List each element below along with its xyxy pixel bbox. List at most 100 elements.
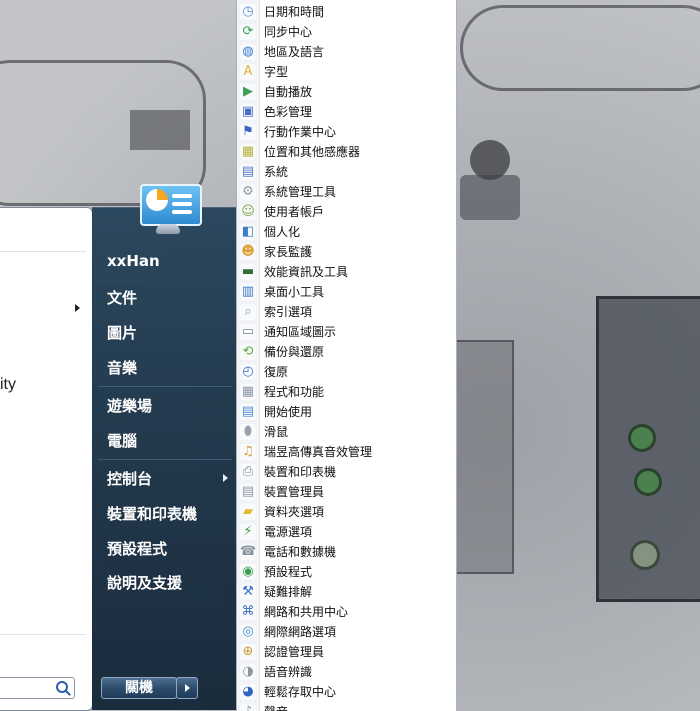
default-programs-icon: ◉	[240, 564, 256, 580]
documents-link[interactable]: 文件	[107, 287, 137, 308]
program-list-item-label[interactable]: ity	[0, 376, 16, 394]
wallpaper-decoration	[460, 175, 520, 220]
computer-link[interactable]: 電腦	[107, 430, 137, 451]
control-panel-item[interactable]: ▤ 系統	[237, 162, 456, 182]
control-panel-item[interactable]: ☻ 家長監護	[237, 242, 456, 262]
control-panel-item[interactable]: ▦ 位置和其他感應器	[237, 142, 456, 162]
music-link[interactable]: 音樂	[107, 357, 137, 378]
control-panel-item[interactable]: ⬮ 滑鼠	[237, 422, 456, 442]
shutdown-button[interactable]: 關機	[101, 677, 177, 699]
control-panel-item[interactable]: ⚒ 疑難排解	[237, 582, 456, 602]
control-panel-item[interactable]: ⟲ 備份與還原	[237, 342, 456, 362]
divider	[98, 386, 232, 387]
control-panel-item-label: 滑鼠	[264, 425, 289, 439]
control-panel-item-label: 開始使用	[264, 405, 313, 419]
programs-icon: ▦	[240, 384, 256, 400]
control-panel-item-label: 地區及語言	[264, 45, 325, 59]
control-panel-item[interactable]: ◉ 預設程式	[237, 562, 456, 582]
control-panel-submenu: ◷ 日期和時間 ⟳ 同步中心 ◍ 地區及語言 A 字型 ▶ 自動播放 ▣ 色彩管理 ⚑ 行動作業中心 ▦ 位置…	[236, 0, 457, 711]
control-panel-item-label: 自動播放	[264, 85, 313, 99]
mouse-icon: ⬮	[240, 424, 256, 440]
arrow-right-icon[interactable]	[75, 304, 80, 312]
control-panel-link[interactable]: 控制台	[107, 468, 152, 489]
control-panel-item-label: 索引選項	[264, 305, 313, 319]
control-panel-item-label: 語音辨識	[264, 665, 313, 679]
control-panel-item-label: 裝置和印表機	[264, 465, 337, 479]
backup-icon: ⟲	[240, 344, 256, 360]
wallpaper-decoration	[455, 340, 514, 574]
control-panel-item[interactable]: ▭ 通知區域圖示	[237, 322, 456, 342]
control-panel-item[interactable]: ▤ 裝置管理員	[237, 482, 456, 502]
control-panel-item-label: 通知區域圖示	[264, 325, 337, 339]
control-panel-item-label: 裝置管理員	[264, 485, 325, 499]
control-panel-item[interactable]: ⚡ 電源選項	[237, 522, 456, 542]
control-panel-item[interactable]: ▦ 程式和功能	[237, 382, 456, 402]
control-panel-item[interactable]: ◴ 復原	[237, 362, 456, 382]
control-panel-item[interactable]: ⚑ 行動作業中心	[237, 122, 456, 142]
control-panel-item[interactable]: ◍ 地區及語言	[237, 42, 456, 62]
control-panel-item[interactable]: ♪ 聲音	[237, 702, 456, 711]
control-panel-picture-icon	[138, 182, 202, 234]
sync-icon: ⟳	[240, 24, 256, 40]
control-panel-item[interactable]: ⊕ 認證管理員	[237, 642, 456, 662]
wallpaper-decoration	[460, 5, 700, 91]
control-panel-item-label: 認證管理員	[264, 645, 325, 659]
ease-of-access-icon: ◕	[240, 684, 256, 700]
system-icon: ▤	[240, 164, 256, 180]
search-icon[interactable]	[56, 681, 68, 693]
power-icon: ⚡	[240, 524, 256, 540]
search-input[interactable]	[0, 677, 75, 699]
sound-icon: ♪	[240, 704, 256, 711]
control-panel-item-label: 使用者帳戶	[264, 205, 325, 219]
control-panel-item-label: 日期和時間	[264, 5, 325, 19]
control-panel-item[interactable]: ◧ 個人化	[237, 222, 456, 242]
folder-options-icon: ▰	[240, 504, 256, 520]
control-panel-item-label: 系統管理工具	[264, 185, 337, 199]
submenu-arrow-icon	[223, 474, 228, 482]
control-panel-item-label: 備份與還原	[264, 345, 325, 359]
control-panel-item[interactable]: ▶ 自動播放	[237, 82, 456, 102]
index-icon: ⌕	[240, 304, 256, 320]
pictures-link[interactable]: 圖片	[107, 322, 137, 343]
control-panel-item[interactable]: ◎ 網際網路選項	[237, 622, 456, 642]
wallpaper-decoration	[130, 110, 190, 150]
control-panel-item[interactable]: ◷ 日期和時間	[237, 2, 456, 22]
control-panel-item[interactable]: ◑ 語音辨識	[237, 662, 456, 682]
control-panel-item[interactable]: ⟳ 同步中心	[237, 22, 456, 42]
control-panel-item[interactable]: ☺ 使用者帳戶	[237, 202, 456, 222]
control-panel-item[interactable]: ⌕ 索引選項	[237, 302, 456, 322]
default-programs-link[interactable]: 預設程式	[107, 538, 167, 559]
devices-printers-link[interactable]: 裝置和印表機	[107, 503, 197, 524]
control-panel-item-label: 個人化	[264, 225, 301, 239]
divider	[98, 459, 232, 460]
control-panel-item[interactable]: ▬ 效能資訊及工具	[237, 262, 456, 282]
control-panel-item[interactable]: ▣ 色彩管理	[237, 102, 456, 122]
control-panel-item[interactable]: ▥ 桌面小工具	[237, 282, 456, 302]
control-panel-item[interactable]: ⎙ 裝置和印表機	[237, 462, 456, 482]
control-panel-item[interactable]: ▤ 開始使用	[237, 402, 456, 422]
gadgets-icon: ▥	[240, 284, 256, 300]
control-panel-item-label: 疑難排解	[264, 585, 313, 599]
divider	[0, 634, 86, 635]
games-link[interactable]: 遊樂場	[107, 395, 152, 416]
control-panel-item[interactable]: ▰ 資料夾選項	[237, 502, 456, 522]
shutdown-options-button[interactable]	[176, 677, 198, 699]
troubleshoot-icon: ⚒	[240, 584, 256, 600]
control-panel-item-label: 網際網路選項	[264, 625, 337, 639]
flag-icon: ⚑	[240, 124, 256, 140]
control-panel-item-label: 系統	[264, 165, 289, 179]
control-panel-item-label: 同步中心	[264, 25, 313, 39]
control-panel-item[interactable]: ♫ 瑞昱高傳真音效管理	[237, 442, 456, 462]
start-menu-left-pane: ity	[0, 207, 93, 711]
arrow-right-icon	[185, 684, 190, 692]
internet-options-icon: ◎	[240, 624, 256, 640]
control-panel-item[interactable]: ⚙ 系統管理工具	[237, 182, 456, 202]
control-panel-item[interactable]: ☎ 電話和數據機	[237, 542, 456, 562]
control-panel-item[interactable]: ◕ 輕鬆存取中心	[237, 682, 456, 702]
control-panel-item[interactable]: A 字型	[237, 62, 456, 82]
help-support-link[interactable]: 說明及支援	[107, 572, 182, 593]
control-panel-item[interactable]: ⌘ 網路和共用中心	[237, 602, 456, 622]
user-name-link[interactable]: xxHan	[107, 252, 160, 270]
control-panel-item-label: 字型	[264, 65, 289, 79]
phone-modem-icon: ☎	[240, 544, 257, 560]
